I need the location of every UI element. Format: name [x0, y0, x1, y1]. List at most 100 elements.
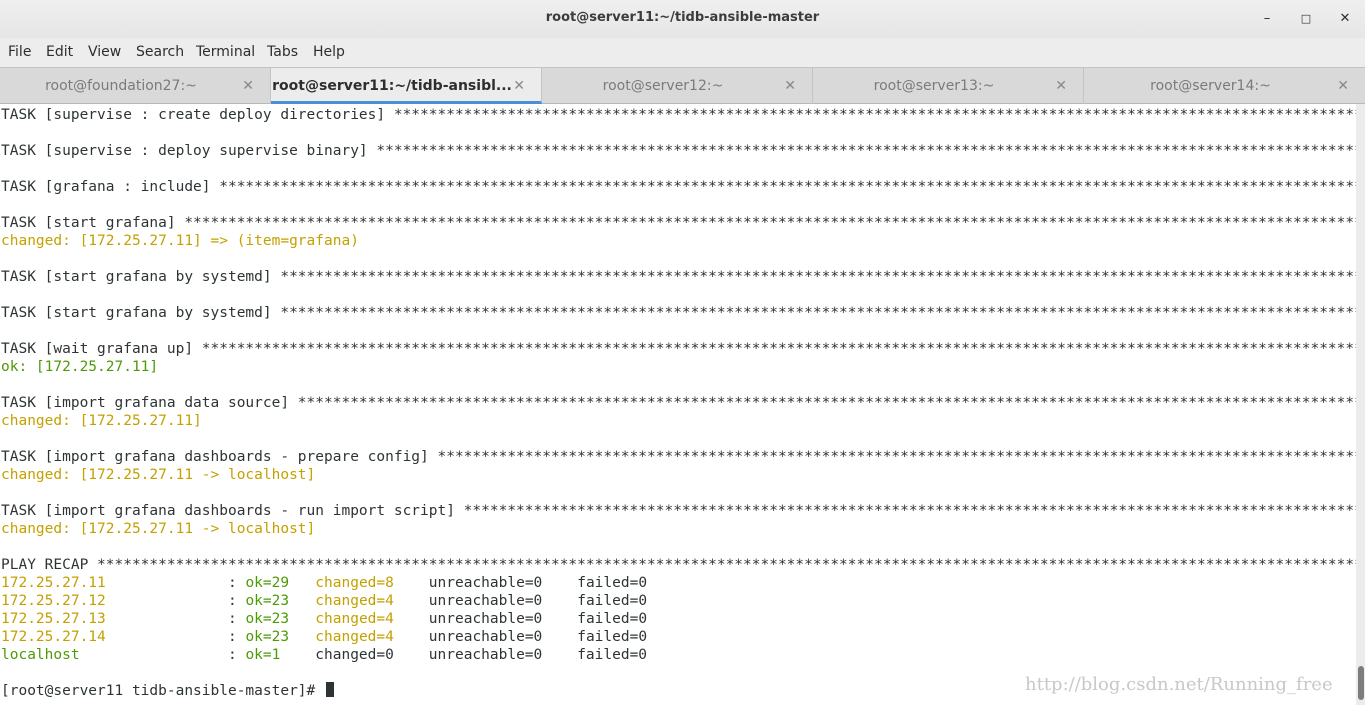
recap-unreachable: unreachable=0	[428, 575, 543, 591]
recap-pad	[289, 593, 315, 609]
recap-unreachable: unreachable=0	[428, 593, 543, 609]
changed-line: changed: [172.25.27.11 -> localhost]	[1, 521, 316, 537]
recap-row: 172.25.27.14 : ok=23 changed=4 unreachab…	[1, 628, 647, 646]
window-title: root@server11:~/tidb-ansible-master	[545, 10, 820, 25]
menu-file[interactable]: File	[8, 44, 31, 60]
ok-line: ok: [172.25.27.11]	[1, 359, 159, 375]
close-window-button[interactable]: ✕	[1334, 8, 1356, 30]
scrollbar-thumb[interactable]	[1358, 666, 1364, 700]
recap-ok: ok=23	[245, 611, 290, 627]
tab-label: root@server12:~	[602, 78, 724, 94]
recap-pad	[394, 575, 429, 591]
recap-separator: :	[123, 647, 246, 663]
menu-bar: File Edit View Search Terminal Tabs Help	[0, 38, 1365, 67]
title-bar: root@server11:~/tidb-ansible-master – □ …	[0, 0, 1365, 38]
recap-host: 172.25.27.13	[1, 611, 124, 627]
menu-help[interactable]: Help	[313, 44, 345, 60]
recap-pad	[289, 611, 315, 627]
maximize-button[interactable]: □	[1295, 8, 1317, 30]
recap-failed: failed=0	[577, 629, 648, 645]
tab-bar: root@foundation27:~ ✕ root@server11:~/ti…	[0, 67, 1365, 104]
recap-pad	[394, 647, 429, 663]
recap-host: localhost	[1, 647, 124, 663]
recap-separator: :	[123, 575, 246, 591]
task-line: TASK [start grafana by systemd] ********…	[1, 305, 1356, 321]
tab-label: root@server13:~	[873, 78, 995, 94]
recap-ok: ok=23	[245, 629, 290, 645]
recap-host: 172.25.27.12	[1, 593, 124, 609]
changed-line: changed: [172.25.27.11] => (item=grafana…	[1, 233, 359, 249]
shell-prompt: [root@server11 tidb-ansible-master]#	[1, 683, 325, 699]
recap-pad	[394, 629, 429, 645]
recap-changed: changed=8	[315, 575, 394, 591]
tab-server12[interactable]: root@server12:~ ✕	[542, 68, 813, 104]
task-line: TASK [supervise : create deploy director…	[1, 107, 1356, 123]
recap-failed: failed=0	[577, 611, 648, 627]
prompt-line[interactable]: [root@server11 tidb-ansible-master]#	[1, 682, 335, 700]
recap-pad	[280, 647, 315, 663]
recap-ok: ok=23	[245, 593, 290, 609]
menu-terminal[interactable]: Terminal	[196, 44, 255, 60]
play-recap-line: PLAY RECAP *****************************…	[1, 557, 1356, 573]
changed-line: changed: [172.25.27.11]	[1, 413, 202, 429]
task-line: TASK [import grafana data source] ******…	[1, 395, 1356, 411]
tab-label: root@foundation27:~	[45, 78, 197, 94]
task-line: TASK [grafana : include] ***************…	[1, 179, 1356, 195]
tab-close-icon[interactable]: ✕	[784, 78, 796, 94]
scrollbar[interactable]	[1356, 104, 1365, 705]
tab-foundation27[interactable]: root@foundation27:~ ✕	[0, 68, 271, 104]
task-line: TASK [supervise : deploy supervise binar…	[1, 143, 1356, 159]
recap-pad	[542, 629, 577, 645]
recap-pad	[542, 575, 577, 591]
recap-row: 172.25.27.11 : ok=29 changed=8 unreachab…	[1, 574, 647, 592]
tab-close-icon[interactable]: ✕	[513, 78, 525, 94]
recap-ok: ok=29	[245, 575, 290, 591]
recap-separator: :	[123, 593, 246, 609]
tab-close-icon[interactable]: ✕	[242, 78, 254, 94]
recap-changed: changed=4	[315, 611, 394, 627]
recap-pad	[289, 629, 315, 645]
tab-server11[interactable]: root@server11:~/tidb-ansibl... ✕	[271, 68, 542, 104]
recap-failed: failed=0	[577, 647, 648, 663]
recap-pad	[289, 575, 315, 591]
task-line: TASK [wait grafana up] *****************…	[1, 341, 1356, 357]
recap-row: localhost : ok=1 changed=0 unreachable=0…	[1, 646, 647, 664]
recap-unreachable: unreachable=0	[428, 611, 543, 627]
recap-host: 172.25.27.14	[1, 629, 124, 645]
recap-pad	[542, 593, 577, 609]
tab-server13[interactable]: root@server13:~ ✕	[813, 68, 1084, 104]
recap-changed: changed=4	[315, 629, 394, 645]
recap-pad	[542, 611, 577, 627]
recap-failed: failed=0	[577, 593, 648, 609]
recap-changed: changed=4	[315, 593, 394, 609]
recap-row: 172.25.27.12 : ok=23 changed=4 unreachab…	[1, 592, 647, 610]
tab-close-icon[interactable]: ✕	[1055, 78, 1067, 94]
tab-label: root@server14:~	[1150, 78, 1271, 94]
recap-host: 172.25.27.11	[1, 575, 124, 591]
task-line: TASK [import grafana dashboards - run im…	[1, 503, 1356, 519]
tab-close-icon[interactable]: ✕	[1337, 78, 1349, 94]
task-line: TASK [start grafana by systemd] ********…	[1, 269, 1356, 285]
tab-label: root@server11:~/tidb-ansibl...	[272, 78, 512, 94]
recap-ok: ok=1	[245, 647, 281, 663]
recap-pad	[394, 593, 429, 609]
recap-pad	[542, 647, 577, 663]
recap-changed: changed=0	[315, 647, 394, 663]
watermark: http://blog.csdn.net/Running_free	[1025, 674, 1333, 695]
menu-tabs[interactable]: Tabs	[267, 44, 298, 60]
task-line: TASK [import grafana dashboards - prepar…	[1, 449, 1356, 465]
tab-server14[interactable]: root@server14:~ ✕	[1084, 68, 1365, 104]
recap-pad	[394, 611, 429, 627]
minimize-button[interactable]: –	[1256, 8, 1278, 30]
recap-row: 172.25.27.13 : ok=23 changed=4 unreachab…	[1, 610, 647, 628]
changed-line: changed: [172.25.27.11 -> localhost]	[1, 467, 316, 483]
task-line: TASK [start grafana] *******************…	[1, 215, 1356, 231]
recap-separator: :	[123, 629, 246, 645]
menu-edit[interactable]: Edit	[46, 44, 73, 60]
recap-separator: :	[123, 611, 246, 627]
text-cursor	[326, 682, 335, 697]
menu-search[interactable]: Search	[136, 44, 184, 60]
recap-unreachable: unreachable=0	[428, 647, 543, 663]
terminal-output[interactable]: TASK [supervise : create deploy director…	[0, 104, 1356, 705]
menu-view[interactable]: View	[88, 44, 121, 60]
